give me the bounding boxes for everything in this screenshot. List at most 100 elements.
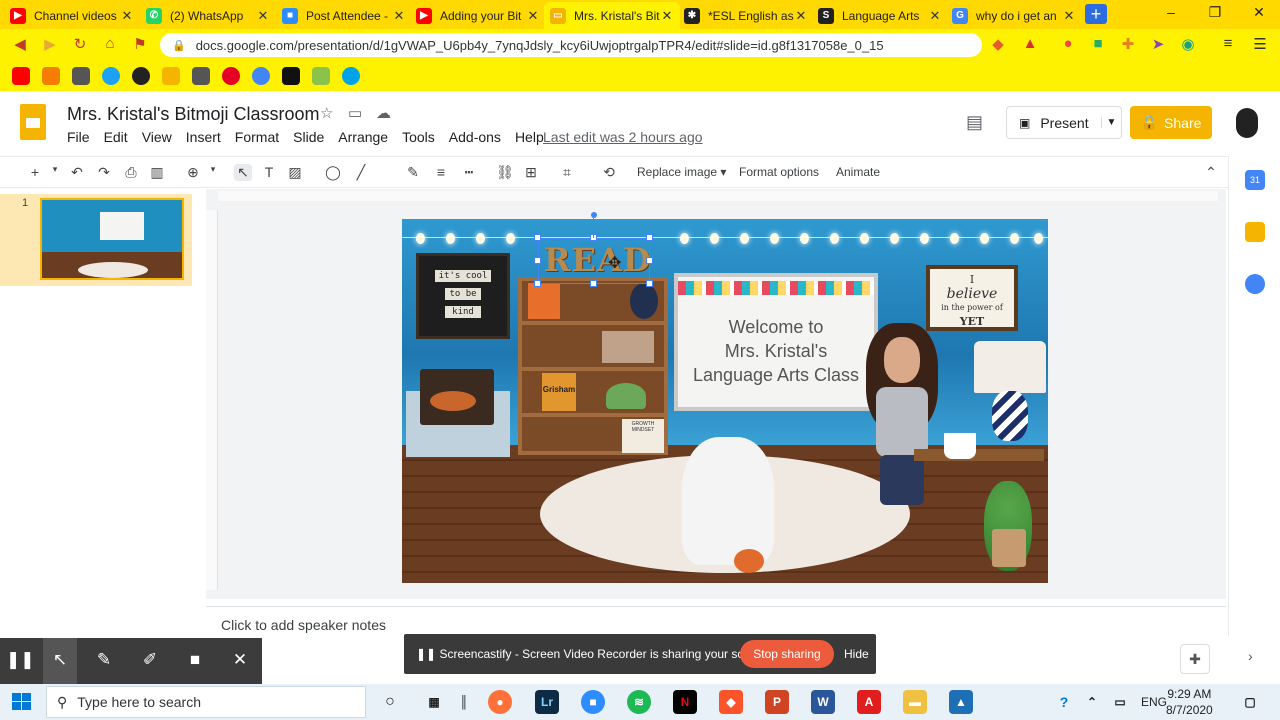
collapse-icon[interactable]: ⌃ — [1202, 164, 1220, 181]
camera-icon[interactable]: ■ — [183, 650, 207, 672]
menu-addons[interactable]: Add-ons — [449, 129, 501, 145]
resize-handle[interactable] — [534, 234, 541, 241]
rotation-handle[interactable] — [591, 212, 597, 218]
browser-tab-active[interactable]: ▭ Mrs. Kristal's Bit ✕ — [544, 2, 680, 29]
lamp-shade[interactable] — [974, 341, 1046, 393]
undo-icon[interactable]: ↶ — [68, 164, 86, 181]
close-tab-icon[interactable]: ✕ — [526, 8, 540, 24]
browser-tab[interactable]: ■ Post Attendee - ✕ — [276, 2, 412, 29]
spotify-icon[interactable]: ≋ — [627, 690, 651, 714]
book-image[interactable] — [528, 283, 560, 319]
close-tab-icon[interactable]: ✕ — [256, 8, 270, 24]
menu-icon[interactable]: ☰ — [1250, 35, 1270, 55]
new-slide-icon[interactable]: + — [26, 164, 44, 180]
explore-icon[interactable]: ✚ — [1180, 644, 1210, 674]
windows-start-icon[interactable] — [12, 693, 32, 711]
select-tool-icon[interactable]: ↖ — [234, 164, 252, 181]
bookmark-icon[interactable] — [102, 67, 120, 85]
tiktok-bookmark-icon[interactable] — [282, 67, 300, 85]
tasks-icon[interactable] — [1245, 274, 1265, 294]
resize-handle[interactable] — [534, 257, 541, 264]
pen-tool-icon[interactable]: ✎ — [92, 650, 116, 672]
menu-file[interactable]: File — [67, 129, 90, 145]
browser-tab[interactable]: ▶ Adding your Bit ✕ — [410, 2, 546, 29]
slides-logo[interactable] — [20, 104, 46, 140]
close-tab-icon[interactable]: ✕ — [794, 8, 808, 24]
line-icon[interactable]: ╱ — [352, 164, 370, 181]
crop-icon[interactable]: ⌗ — [558, 164, 576, 181]
word-icon[interactable]: W — [811, 690, 835, 714]
menu-format[interactable]: Format — [235, 129, 279, 145]
comment-icon[interactable]: ▤ — [966, 112, 988, 132]
notifications-icon[interactable]: ▢ — [1238, 690, 1262, 714]
netflix-icon[interactable]: N — [673, 690, 697, 714]
border-dash-icon[interactable]: ┅ — [460, 164, 478, 181]
replace-image-button[interactable]: Replace image ▾ — [637, 165, 726, 179]
dropdown-icon[interactable]: ▾ — [204, 164, 222, 175]
bitmoji-teacher[interactable] — [862, 323, 942, 519]
bookmark-icon[interactable] — [342, 67, 360, 85]
bookmark-icon[interactable]: ⚑ — [130, 35, 150, 55]
grisham-book[interactable]: Grisham — [542, 373, 576, 411]
task-view-icon[interactable]: ▦ — [422, 690, 446, 714]
hide-button[interactable]: Hide — [844, 647, 869, 661]
text-box-icon[interactable]: T — [260, 164, 278, 180]
last-edit-link[interactable]: Last edit was 2 hours ago — [543, 129, 703, 145]
bulldog-image[interactable] — [682, 437, 774, 565]
format-options-button[interactable]: Format options — [739, 165, 819, 179]
browser-tab[interactable]: ✱*ESL English as a✕ — [678, 2, 814, 29]
extension-icon[interactable]: ■ — [1088, 35, 1108, 55]
stop-sharing-button[interactable]: Stop sharing — [740, 640, 834, 668]
cursor-tool-icon[interactable]: ↖ — [48, 650, 72, 672]
menu-slide[interactable]: Slide — [293, 129, 324, 145]
bookmark-icon[interactable] — [312, 67, 330, 85]
extension-icon[interactable]: ◉ — [1178, 35, 1198, 55]
shape-icon[interactable]: ◯ — [324, 164, 342, 181]
menu-view[interactable]: View — [142, 129, 172, 145]
reading-list-icon[interactable]: ≡ — [1218, 35, 1238, 55]
resize-handle[interactable] — [646, 257, 653, 264]
image-icon[interactable]: ▨ — [286, 164, 304, 181]
google-bookmark-icon[interactable] — [252, 67, 270, 85]
print-icon[interactable]: ⎙ — [122, 164, 140, 181]
address-bar[interactable]: 🔒 docs.google.com/presentation/d/1gVWAP_… — [160, 33, 982, 57]
link-icon[interactable]: ⛓ — [496, 164, 514, 181]
zoom-app-icon[interactable]: ■ — [581, 690, 605, 714]
speaker-notes-placeholder[interactable]: Click to add speaker notes — [221, 617, 386, 633]
close-icon[interactable]: ✕ — [228, 650, 252, 672]
flag-bookmark-icon[interactable] — [162, 67, 180, 85]
system-clock[interactable]: 9:29 AM 8/7/2020 — [1166, 686, 1213, 718]
dropdown-icon[interactable]: ▾ — [46, 164, 64, 175]
growth-mindset-card[interactable]: GROWTH MINDSET — [622, 419, 664, 453]
close-tab-icon[interactable]: ✕ — [660, 8, 674, 24]
reload-icon[interactable]: ↻ — [70, 35, 90, 55]
welcome-whiteboard[interactable]: Welcome to Mrs. Kristal's Language Arts … — [674, 273, 878, 411]
document-title[interactable]: Mrs. Kristal's Bitmoji Classroom — [67, 104, 319, 125]
menu-edit[interactable]: Edit — [104, 129, 128, 145]
paint-format-icon[interactable]: ▥ — [148, 164, 166, 181]
new-tab-button[interactable]: + — [1085, 4, 1107, 24]
record-player[interactable] — [420, 369, 494, 425]
close-tab-icon[interactable]: ✕ — [120, 8, 134, 24]
menu-arrange[interactable]: Arrange — [338, 129, 388, 145]
resize-handle[interactable] — [590, 280, 597, 287]
browser-tab[interactable]: ✆ (2) WhatsApp ✕ — [140, 2, 276, 29]
redo-icon[interactable]: ↷ — [95, 164, 113, 181]
keep-icon[interactable] — [1245, 222, 1265, 242]
resize-handle[interactable] — [534, 280, 541, 287]
browser-tab[interactable]: Gwhy do i get an ✕ — [946, 2, 1082, 29]
language-indicator[interactable]: ENG — [1141, 695, 1167, 709]
slide-canvas[interactable]: it's cool to be kind Grisham GROWTH MIND… — [402, 219, 1048, 583]
taskbar-search[interactable]: ⚲ Type here to search — [46, 686, 366, 718]
bookmark-icon[interactable] — [192, 67, 210, 85]
youtube-bookmark-icon[interactable] — [12, 67, 30, 85]
present-button[interactable]: ▣ Present ▼ — [1006, 106, 1122, 139]
border-weight-icon[interactable]: ≡ — [432, 164, 450, 180]
chalkboard[interactable]: it's cool to be kind — [416, 253, 510, 339]
menu-insert[interactable]: Insert — [186, 129, 221, 145]
maximize-button[interactable]: ❐ — [1200, 4, 1230, 24]
menu-help[interactable]: Help — [515, 129, 544, 145]
resize-handle[interactable] — [646, 280, 653, 287]
slide-thumbnail[interactable] — [40, 198, 184, 280]
firefox-icon[interactable]: ● — [488, 690, 512, 714]
